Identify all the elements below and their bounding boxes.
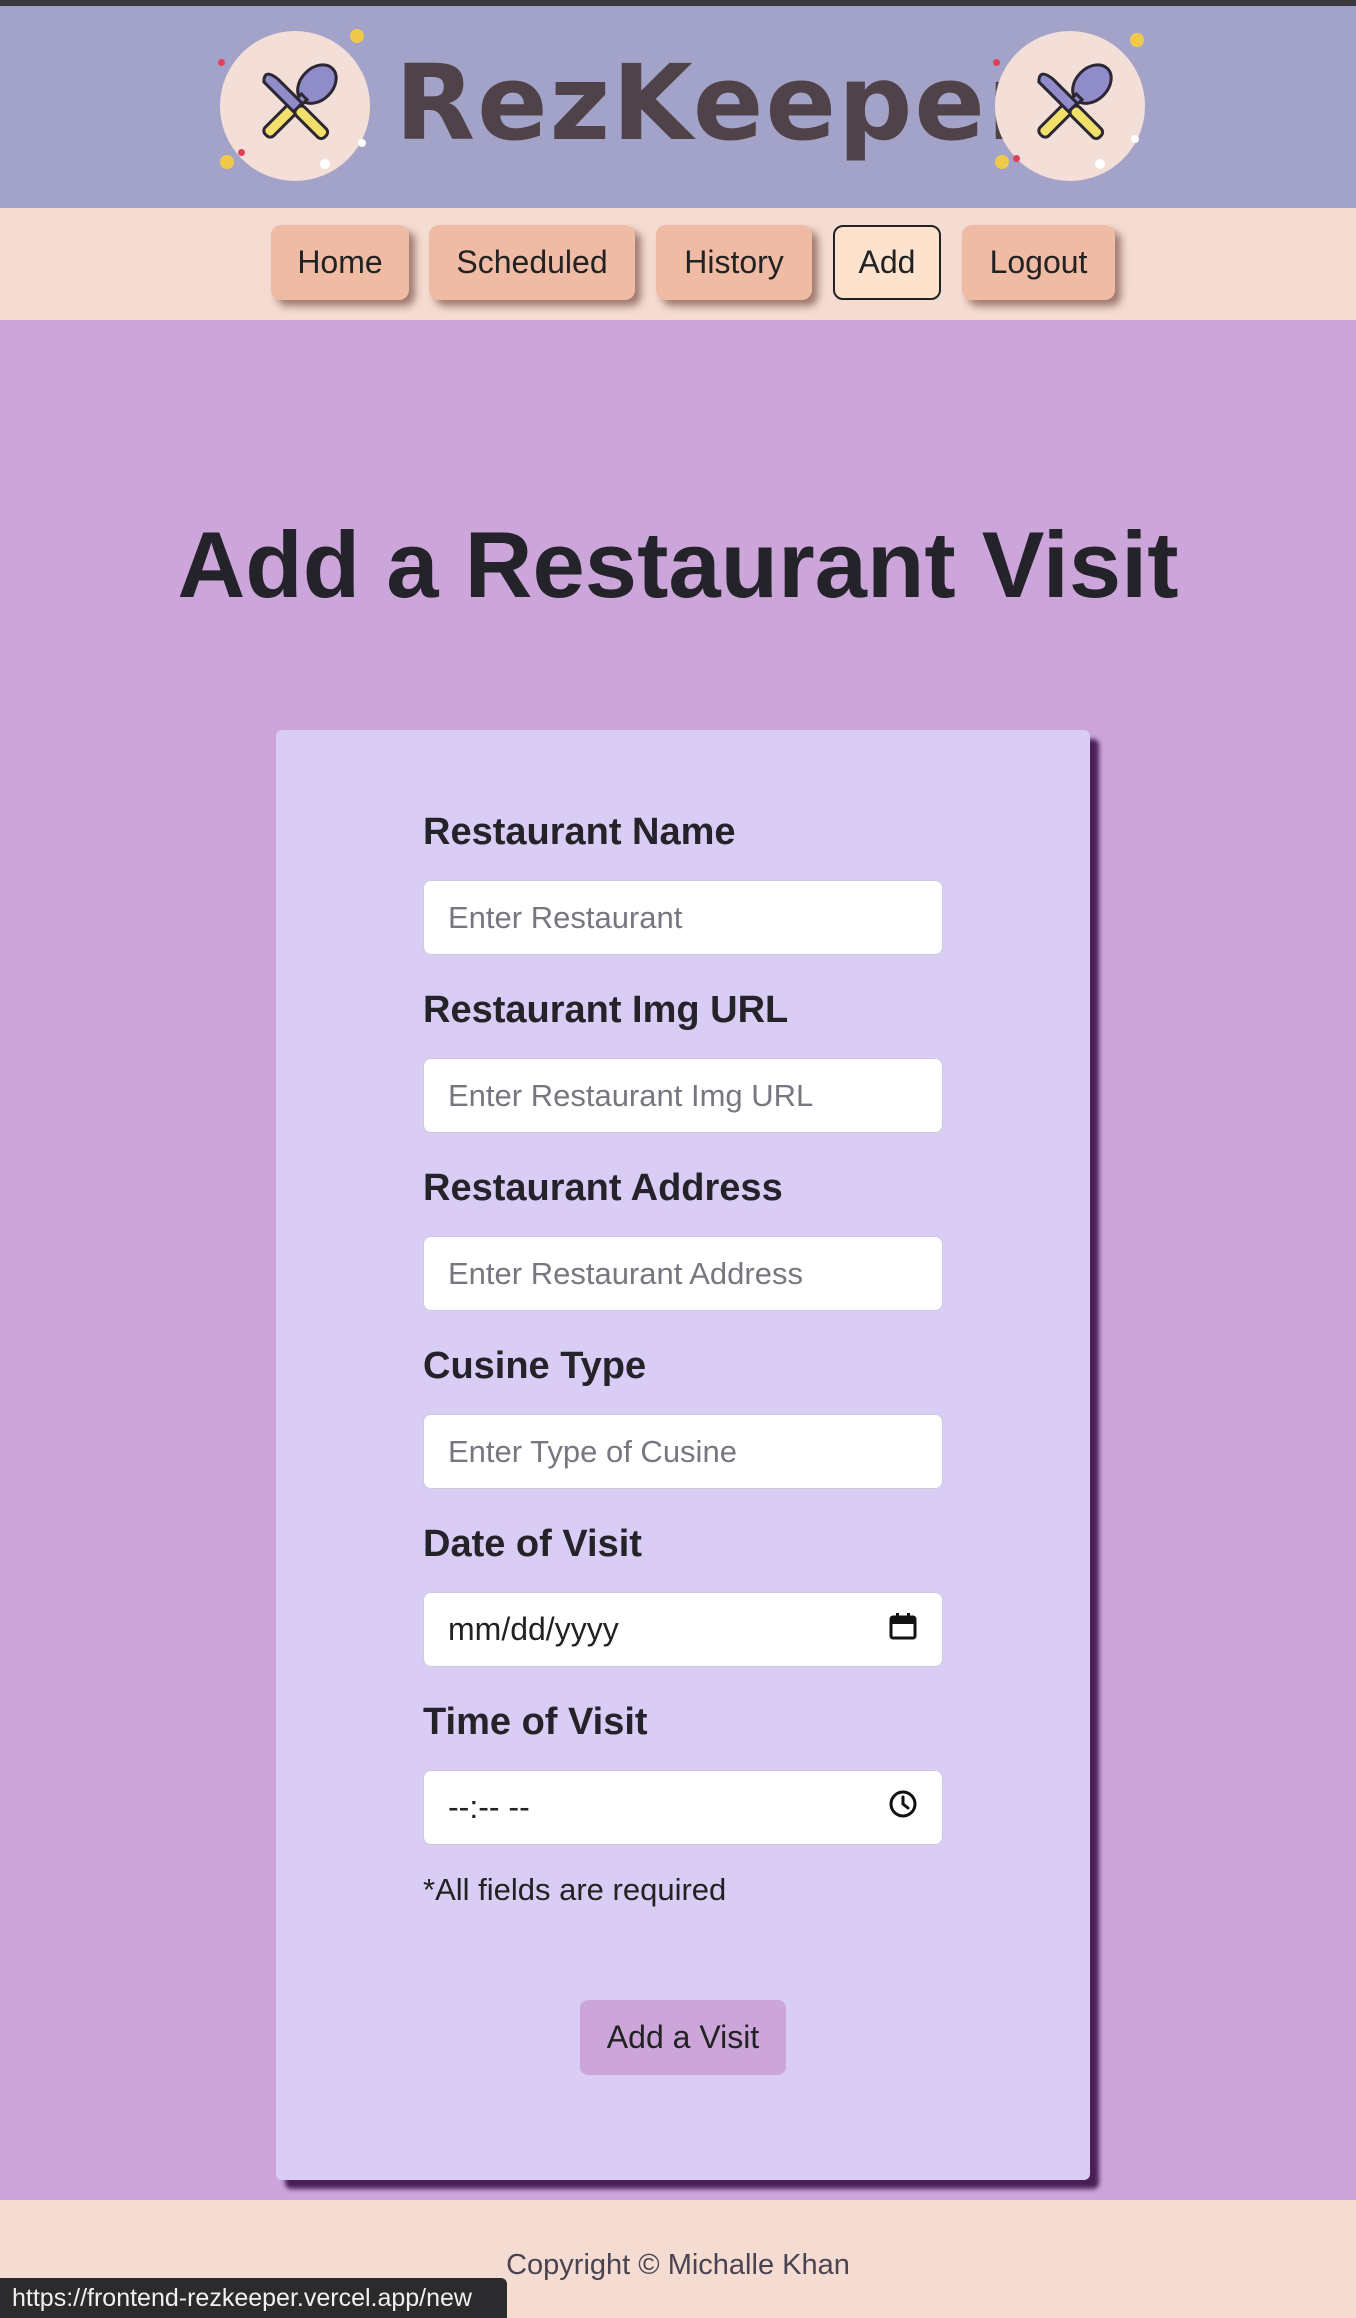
- nav-add-button[interactable]: Add: [833, 225, 941, 300]
- nav-history-button[interactable]: History: [656, 225, 812, 300]
- nav-logout-button[interactable]: Logout: [962, 225, 1115, 300]
- time-value: --:-- --: [448, 1789, 530, 1825]
- add-visit-button[interactable]: Add a Visit: [580, 2000, 786, 2075]
- restaurant-address-label: Restaurant Address: [423, 1167, 783, 1209]
- restaurant-img-url-input[interactable]: [423, 1058, 943, 1133]
- nav-home-button[interactable]: Home: [271, 225, 409, 300]
- calendar-icon[interactable]: [888, 1611, 918, 1649]
- main-nav: Home Scheduled History Add Logout: [0, 208, 1356, 320]
- restaurant-name-label: Restaurant Name: [423, 811, 736, 853]
- time-of-visit-input[interactable]: --:-- --: [423, 1770, 943, 1845]
- status-bar-url: https://frontend-rezkeeper.vercel.app/ne…: [0, 2278, 507, 2318]
- nav-scheduled-button[interactable]: Scheduled: [429, 225, 635, 300]
- cuisine-type-input[interactable]: [423, 1414, 943, 1489]
- date-of-visit-label: Date of Visit: [423, 1523, 642, 1565]
- restaurant-address-input[interactable]: [423, 1236, 943, 1311]
- brand-title: RezKeeper: [395, 42, 1041, 164]
- time-of-visit-label: Time of Visit: [423, 1701, 648, 1743]
- add-visit-form: Restaurant Name Restaurant Img URL Resta…: [276, 730, 1090, 2180]
- site-header: RezKeeper: [0, 6, 1356, 208]
- crossed-knife-spoon-icon: [218, 29, 370, 181]
- page-title: Add a Restaurant Visit: [177, 512, 1179, 617]
- date-of-visit-input[interactable]: mm/dd/yyyy: [423, 1592, 943, 1667]
- date-value: mm/dd/yyyy: [448, 1611, 619, 1647]
- restaurant-img-url-label: Restaurant Img URL: [423, 989, 789, 1031]
- restaurant-name-input[interactable]: [423, 880, 943, 955]
- clock-icon[interactable]: [888, 1789, 918, 1827]
- crossed-knife-spoon-icon: [993, 31, 1145, 181]
- required-fields-note: *All fields are required: [423, 1872, 727, 1907]
- cuisine-type-label: Cusine Type: [423, 1345, 647, 1387]
